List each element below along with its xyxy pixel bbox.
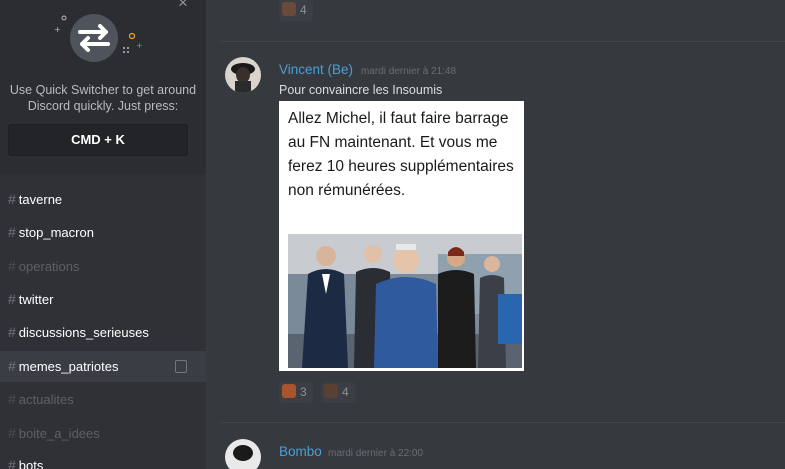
swap-arrows-icon: + + — [54, 14, 143, 62]
hash-icon: # — [8, 391, 16, 407]
channel-taverne[interactable]: # taverne — [0, 184, 206, 215]
hash-icon: # — [8, 224, 16, 240]
hash-icon: # — [8, 425, 16, 441]
channel-label: bots — [18, 458, 44, 469]
message-author[interactable]: Vincent (Be) — [279, 62, 353, 77]
avatar[interactable] — [225, 439, 261, 469]
channel-operations[interactable]: # operations — [0, 251, 206, 282]
reaction-button[interactable]: 3 — [279, 382, 313, 403]
channel-label: stop_macron — [18, 225, 94, 240]
channel-stop-macron[interactable]: # stop_macron — [0, 217, 206, 248]
message-text: Pour convaincre les Insoumis — [279, 83, 443, 97]
svg-text:+: + — [136, 41, 143, 50]
quick-switcher-tip: × + + Use Quick Switcher to get around D… — [0, 0, 206, 174]
channel-label: discussions_serieuses — [18, 325, 149, 340]
avatar[interactable] — [225, 57, 261, 93]
emoji-icon — [282, 2, 296, 16]
emoji-icon — [282, 384, 296, 398]
reaction-button[interactable]: 4 — [321, 382, 355, 403]
message-author[interactable]: Bombo — [279, 444, 322, 459]
message-divider — [222, 41, 785, 42]
reaction-button[interactable]: 4 — [279, 0, 313, 21]
channel-label: operations — [18, 259, 80, 274]
channel-actualites[interactable]: # actualites — [0, 384, 206, 415]
reaction-count: 4 — [300, 3, 307, 17]
channel-sidebar: × + + Use Quick Switcher to get around D… — [0, 0, 206, 469]
message-image[interactable]: Allez Michel, il faut faire barrage au F… — [279, 101, 524, 371]
reaction-count: 3 — [300, 385, 307, 399]
hash-icon: # — [8, 258, 16, 274]
channel-label: actualites — [18, 392, 74, 407]
keyboard-shortcut: CMD + K — [8, 124, 188, 156]
photo-illustration — [288, 234, 522, 368]
message-divider — [222, 422, 785, 423]
hash-icon: # — [8, 358, 16, 374]
channel-discussions-serieuses[interactable]: # discussions_serieuses — [0, 317, 206, 348]
emoji-icon — [324, 384, 338, 398]
channel-label: boite_a_idees — [18, 426, 100, 441]
hash-icon: # — [8, 291, 16, 307]
hash-icon: # — [8, 191, 16, 207]
meme-caption: Allez Michel, il faut faire barrage au F… — [288, 110, 514, 199]
quick-switcher-hint: Use Quick Switcher to get around Discord… — [9, 83, 197, 113]
channel-label: twitter — [18, 292, 54, 307]
channel-memes-patriotes[interactable]: # memes_patriotes — [0, 351, 206, 382]
message-timestamp: mardi dernier à 22:00 — [328, 448, 424, 459]
channel-bots[interactable]: # bots — [0, 450, 206, 469]
svg-text:+: + — [54, 25, 61, 34]
message-timestamp: mardi dernier à 21:48 — [361, 66, 457, 77]
invite-icon[interactable] — [175, 360, 187, 373]
hash-icon: # — [8, 324, 16, 340]
channel-boite-a-idees[interactable]: # boite_a_idees — [0, 418, 206, 449]
channel-twitter[interactable]: # twitter — [0, 284, 206, 315]
close-icon[interactable]: × — [178, 0, 188, 11]
channel-label: memes_patriotes — [18, 359, 119, 374]
hash-icon: # — [8, 457, 16, 469]
reaction-count: 4 — [342, 385, 349, 399]
channel-label: taverne — [18, 192, 63, 207]
